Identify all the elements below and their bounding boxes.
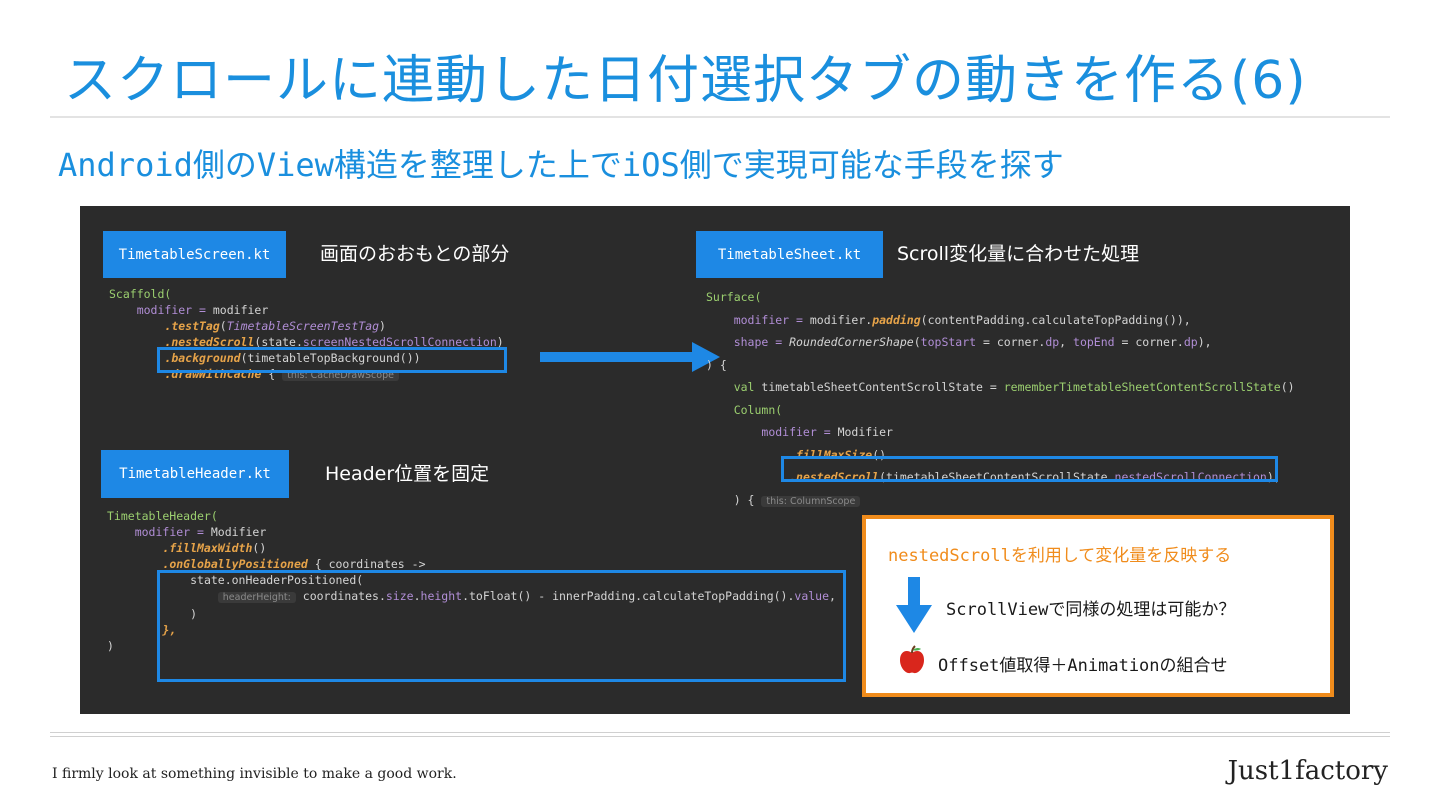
code-token: .testTag <box>164 319 220 333</box>
timetable-screen-file-tag: TimetableScreen.kt <box>103 231 286 278</box>
code-token: () <box>1280 380 1295 394</box>
timetable-header-file-tag: TimetableHeader.kt <box>101 450 289 498</box>
summary-callout: nestedScrollを利用して変化量を反映する ScrollViewで同様の… <box>862 515 1334 697</box>
code-token: val <box>733 380 755 394</box>
timetable-header-desc: Header位置を固定 <box>325 463 490 485</box>
code-token: padding <box>872 312 921 327</box>
code-token: = corner. <box>976 335 1046 349</box>
code-token: shape <box>733 335 769 349</box>
code-token: = <box>768 335 790 349</box>
code-token: modifier <box>733 312 790 327</box>
code-token: ) { <box>733 492 762 507</box>
footer-tagline: I firmly look at something invisible to … <box>52 766 457 782</box>
code-token: dp <box>1183 335 1198 349</box>
code-token: topEnd <box>1073 335 1115 349</box>
footer-divider <box>50 736 1390 737</box>
code-token: Modifier <box>837 425 893 439</box>
slide-title: スクロールに連動した日付選択タブの動きを作る(6) <box>64 51 1307 111</box>
on-globally-positioned-highlight <box>157 570 846 682</box>
code-token: modifier <box>134 525 191 539</box>
callout-title: nestedScrollを利用して変化量を反映する <box>888 546 1232 566</box>
slide-subtitle: Android側のView構造を整理した上でiOS側で実現可能な手段を探す <box>58 146 1064 184</box>
code-token: Column( <box>733 402 783 417</box>
code-token: = <box>982 380 1004 394</box>
timetable-sheet-file-tag: TimetableSheet.kt <box>696 231 883 278</box>
code-token: ) <box>107 639 114 653</box>
code-token: timetableSheetContentScrollState <box>754 380 983 394</box>
footer-brand-logo: Just1factory <box>1227 756 1388 786</box>
timetable-screen-desc: 画面のおおもとの部分 <box>320 243 510 265</box>
code-token: = <box>192 303 213 317</box>
code-token: ) { <box>706 357 727 372</box>
code-token: modifier <box>761 425 817 439</box>
footer-divider <box>50 732 1390 733</box>
apple-icon <box>900 645 924 674</box>
code-token: { coordinates -> <box>307 557 426 571</box>
code-token: , <box>1059 335 1074 349</box>
callout-question: ScrollViewで同様の処理は可能か？ <box>946 600 1236 620</box>
code-token: () <box>252 541 267 555</box>
code-token: Scaffold( <box>109 287 172 301</box>
timetable-sheet-desc: Scroll変化量に合わせた処理 <box>897 243 1140 265</box>
callout-answer: Offset値取得＋Animationの組合せ <box>938 656 1228 676</box>
code-token: ), <box>1197 335 1212 349</box>
code-token: ( <box>913 335 921 349</box>
code-token: .fillMaxWidth <box>162 541 253 555</box>
arrow-down-icon <box>896 577 932 633</box>
code-token: = <box>190 525 211 539</box>
code-token: TimetableScreenTestTag <box>226 319 380 333</box>
sheet-nested-scroll-highlight <box>781 456 1278 482</box>
code-token: TimetableHeader( <box>107 509 218 523</box>
code-token: dp <box>1045 335 1060 349</box>
code-token: Surface( <box>706 290 762 304</box>
code-token: = <box>816 425 838 439</box>
code-token: modifier <box>136 303 193 317</box>
code-token: rememberTimetableSheetContentScrollState <box>1003 380 1281 394</box>
title-divider <box>50 116 1390 118</box>
arrow-shaft <box>540 352 700 362</box>
code-token: topStart <box>920 335 977 349</box>
code-token: Modifier <box>210 525 267 539</box>
code-token: = <box>789 312 810 327</box>
code-token: modifier. <box>809 312 873 327</box>
code-token: RoundedCornerShape <box>789 335 914 349</box>
code-token: (contentPadding.calculateTopPadding()), <box>920 312 1191 327</box>
code-token: = corner. <box>1114 335 1184 349</box>
nested-scroll-highlight <box>157 347 507 373</box>
inlay-hint: this: ColumnScope <box>761 495 861 507</box>
code-token: modifier <box>212 303 269 317</box>
code-token: .onGloballyPositioned <box>162 557 308 571</box>
